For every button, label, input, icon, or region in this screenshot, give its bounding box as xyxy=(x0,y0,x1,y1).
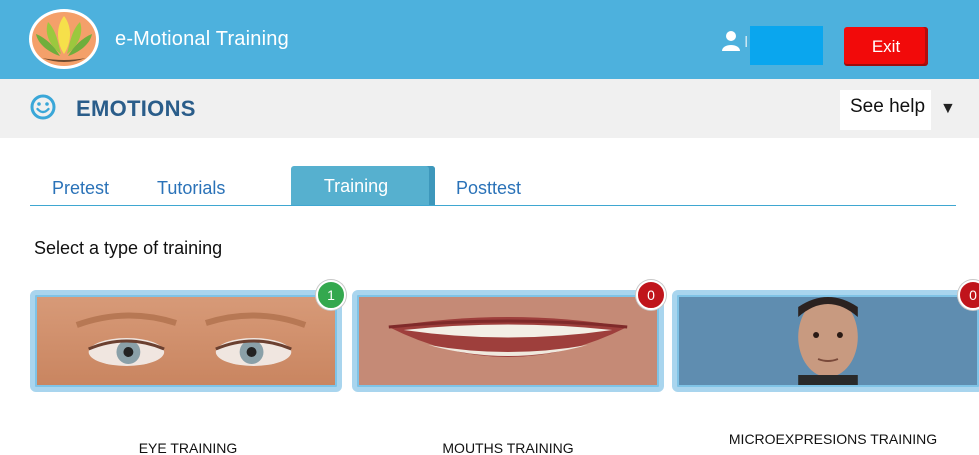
lotus-logo-icon xyxy=(29,9,99,69)
see-help-label[interactable]: See help xyxy=(850,96,925,118)
app-title: e-Motional Training xyxy=(115,28,289,50)
training-prompt: Select a type of training xyxy=(34,238,223,258)
mouth-photo[interactable] xyxy=(359,297,657,385)
exit-button[interactable]: Exit xyxy=(844,27,928,64)
eyes-photo[interactable] xyxy=(37,297,335,385)
microexpressions-training-card[interactable] xyxy=(672,290,979,392)
user-name-initial: I xyxy=(744,34,749,51)
tab-training[interactable]: Training xyxy=(291,166,435,205)
smiley-icon xyxy=(30,94,56,120)
completed-count-badge: 1 xyxy=(316,280,346,310)
tabs-underline xyxy=(30,205,956,206)
user-icon xyxy=(722,31,740,51)
section-title: EMOTIONS xyxy=(76,96,196,121)
tab-pretest[interactable]: Pretest xyxy=(52,178,109,199)
completed-count-badge: 0 xyxy=(636,280,666,310)
dropdown-caret-icon[interactable]: ▼ xyxy=(940,100,956,118)
eye-training-card[interactable] xyxy=(30,290,342,392)
face-photo[interactable] xyxy=(679,297,977,385)
mouths-training-card[interactable] xyxy=(352,290,664,392)
top-bar: e-Motional Training I Exit xyxy=(0,0,979,79)
tab-posttest[interactable]: Posttest xyxy=(456,178,521,199)
tab-tutorials[interactable]: Tutorials xyxy=(157,178,225,199)
user-name-redacted xyxy=(750,26,823,65)
eye-training-label[interactable]: EYE TRAINING xyxy=(118,440,258,455)
microexpressions-training-label[interactable]: MICROEXPRESIONS TRAINING xyxy=(708,431,958,447)
mouths-training-label[interactable]: MOUTHS TRAINING xyxy=(418,440,598,455)
